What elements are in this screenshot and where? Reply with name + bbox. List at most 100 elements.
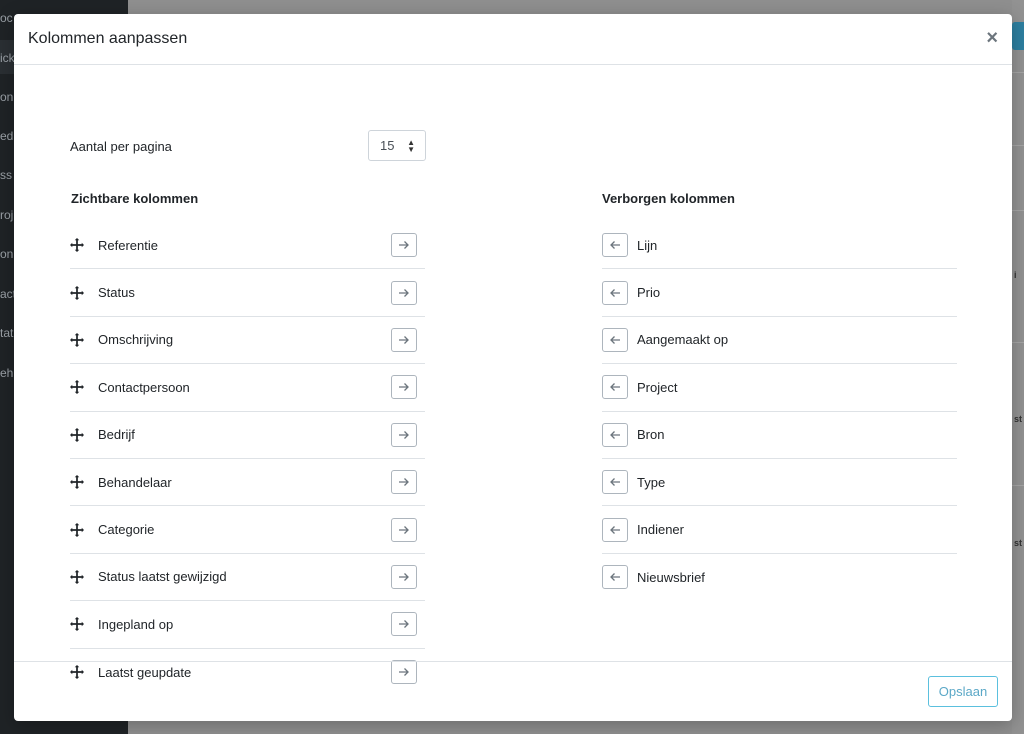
visible-column-row[interactable]: Bedrijf bbox=[70, 412, 425, 459]
hidden-columns-list: Lijn Prio Aangemaakt op Project Bron Type Indi… bbox=[602, 222, 957, 601]
show-column-button[interactable] bbox=[602, 565, 628, 590]
hidden-column-row[interactable]: Project bbox=[602, 364, 957, 412]
visible-column-row[interactable]: Ingepland op bbox=[70, 601, 425, 649]
column-label: Referentie bbox=[98, 237, 158, 253]
columns-modal: Kolommen aanpassen × Aantal per pagina 1… bbox=[14, 14, 1012, 721]
arrow-right-icon bbox=[398, 335, 410, 345]
hidden-column-row[interactable]: Nieuwsbrief bbox=[602, 554, 957, 601]
bg-sidebar-fragment: oc bbox=[0, 11, 13, 25]
bg-text-fragment: st bbox=[1014, 414, 1023, 424]
move-icon[interactable] bbox=[70, 285, 84, 300]
hide-column-button[interactable] bbox=[391, 280, 417, 305]
arrow-right-icon bbox=[398, 619, 410, 629]
hide-column-button[interactable] bbox=[391, 233, 417, 258]
show-column-button[interactable] bbox=[602, 280, 628, 305]
column-label: Omschrijving bbox=[98, 332, 174, 348]
modal-body: Aantal per pagina 15 ▲ ▼ Zichtbare kolomm… bbox=[14, 65, 1012, 685]
bg-sidebar-fragment: eh bbox=[0, 366, 14, 380]
visible-columns-list: Referentie Status Omschrijving Contactperso… bbox=[70, 222, 425, 696]
bg-sidebar-fragment: on bbox=[0, 247, 14, 261]
arrow-left-icon bbox=[609, 382, 621, 392]
bg-text-fragment: i bbox=[1014, 270, 1017, 280]
bg-divider bbox=[1012, 72, 1024, 73]
visible-column-row[interactable]: Referentie bbox=[70, 222, 425, 270]
show-column-button[interactable] bbox=[602, 517, 628, 542]
arrow-right-icon bbox=[398, 288, 410, 298]
column-label: Lijn bbox=[637, 237, 658, 253]
arrow-right-icon bbox=[398, 240, 410, 250]
show-column-button[interactable] bbox=[602, 375, 628, 400]
arrow-left-icon bbox=[609, 525, 621, 535]
close-button[interactable]: × bbox=[986, 27, 998, 49]
arrow-right-icon bbox=[398, 382, 410, 392]
move-icon[interactable] bbox=[70, 569, 84, 584]
per-page-value: 15 bbox=[380, 138, 395, 153]
show-column-button[interactable] bbox=[602, 470, 628, 495]
bg-sidebar-fragment: roj bbox=[0, 208, 14, 222]
bg-divider bbox=[1012, 145, 1024, 146]
hidden-column-row[interactable]: Indiener bbox=[602, 506, 957, 554]
hide-column-button[interactable] bbox=[391, 612, 417, 637]
hide-column-button[interactable] bbox=[391, 375, 417, 400]
column-label: Status bbox=[98, 285, 135, 301]
bg-primary-button bbox=[1012, 22, 1024, 50]
hidden-column-row[interactable]: Aangemaakt op bbox=[602, 317, 957, 365]
save-button[interactable]: Opslaan bbox=[928, 676, 998, 707]
column-label: Prio bbox=[637, 285, 661, 301]
bg-sidebar-fragment: ss bbox=[0, 168, 12, 182]
hide-column-button[interactable] bbox=[391, 422, 417, 447]
column-label: Contactpersoon bbox=[98, 379, 190, 395]
visible-column-row[interactable]: Omschrijving bbox=[70, 317, 425, 365]
arrow-left-icon bbox=[609, 430, 621, 440]
hidden-columns-heading: Verborgen kolommen bbox=[602, 191, 735, 206]
move-icon[interactable] bbox=[70, 617, 84, 632]
hide-column-button[interactable] bbox=[391, 564, 417, 589]
visible-column-row[interactable]: Categorie bbox=[70, 506, 425, 554]
modal-header: Kolommen aanpassen × bbox=[14, 14, 1012, 65]
hide-column-button[interactable] bbox=[391, 327, 417, 352]
column-label: Status laatst gewijzigd bbox=[98, 569, 227, 585]
move-icon[interactable] bbox=[70, 238, 84, 253]
hidden-column-row[interactable]: Type bbox=[602, 459, 957, 507]
column-label: Aangemaakt op bbox=[637, 332, 729, 348]
hidden-column-row[interactable]: Bron bbox=[602, 412, 957, 459]
move-icon[interactable] bbox=[70, 427, 84, 442]
hide-column-button[interactable] bbox=[391, 517, 417, 542]
visible-column-row[interactable]: Status laatst gewijzigd bbox=[70, 554, 425, 602]
arrow-right-icon bbox=[398, 572, 410, 582]
arrow-left-icon bbox=[609, 477, 621, 487]
move-icon[interactable] bbox=[70, 522, 84, 537]
hidden-column-row[interactable]: Lijn bbox=[602, 222, 957, 270]
move-icon[interactable] bbox=[70, 332, 84, 347]
arrow-left-icon bbox=[609, 240, 621, 250]
arrow-right-icon bbox=[398, 477, 410, 487]
bg-sidebar-fragment: tat bbox=[0, 326, 14, 340]
move-icon[interactable] bbox=[70, 475, 84, 490]
visible-column-row[interactable]: Behandelaar bbox=[70, 459, 425, 507]
visible-column-row[interactable]: Status bbox=[70, 269, 425, 317]
column-label: Ingepland op bbox=[98, 616, 174, 632]
arrow-left-icon bbox=[609, 288, 621, 298]
column-label: Bedrijf bbox=[98, 427, 135, 443]
per-page-select[interactable]: 15 ▲ ▼ bbox=[368, 130, 426, 161]
visible-column-row[interactable]: Contactpersoon bbox=[70, 364, 425, 412]
column-label: Nieuwsbrief bbox=[637, 569, 705, 585]
bg-divider bbox=[1012, 485, 1024, 486]
show-column-button[interactable] bbox=[602, 327, 628, 352]
modal-title: Kolommen aanpassen bbox=[28, 30, 188, 47]
bg-divider bbox=[1012, 342, 1024, 343]
bg-divider bbox=[1012, 210, 1024, 211]
move-icon[interactable] bbox=[70, 380, 84, 395]
background-right-edge: i st st bbox=[1012, 0, 1024, 734]
bg-sidebar-fragment: on bbox=[0, 90, 14, 104]
select-caret-icon: ▲ ▼ bbox=[407, 138, 415, 154]
arrow-right-icon bbox=[398, 430, 410, 440]
hide-column-button[interactable] bbox=[391, 470, 417, 495]
show-column-button[interactable] bbox=[602, 422, 628, 447]
arrow-left-icon bbox=[609, 335, 621, 345]
modal-footer: Opslaan bbox=[14, 661, 1012, 721]
column-label: Project bbox=[637, 379, 678, 395]
show-column-button[interactable] bbox=[602, 233, 628, 258]
column-label: Bron bbox=[637, 427, 665, 443]
hidden-column-row[interactable]: Prio bbox=[602, 269, 957, 317]
